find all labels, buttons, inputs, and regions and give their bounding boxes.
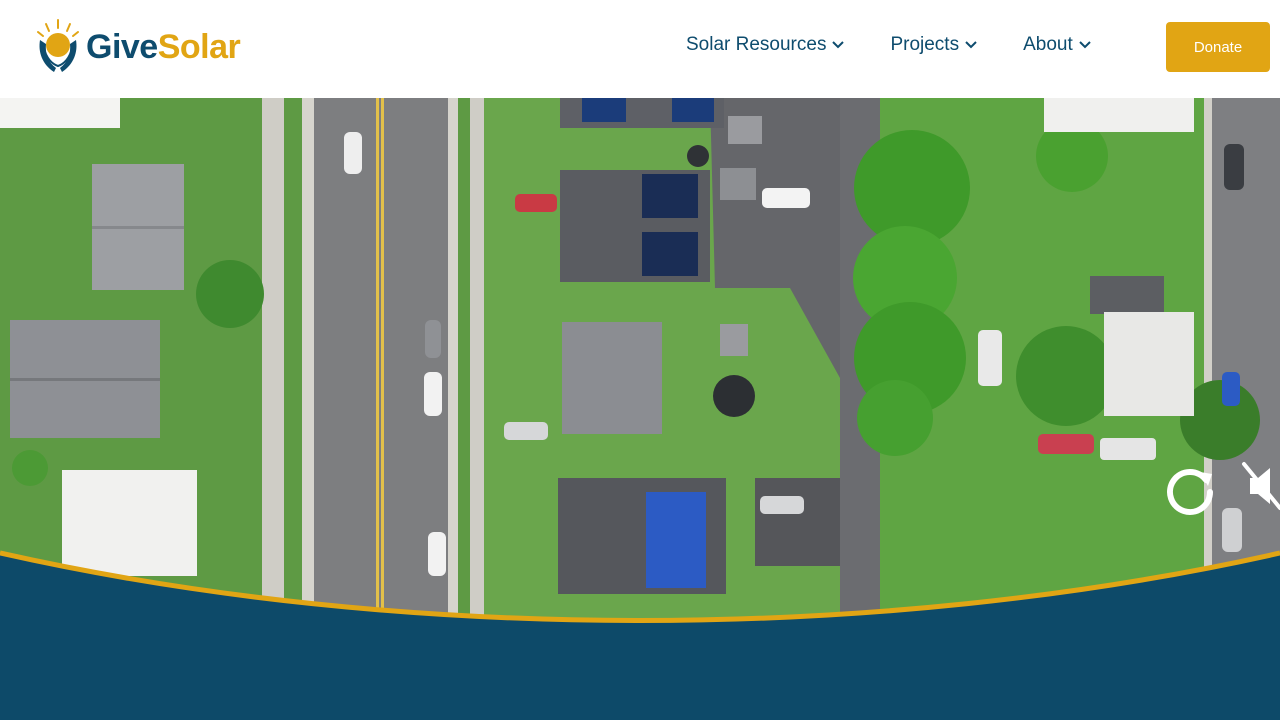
nav-about[interactable]: About: [1023, 34, 1091, 56]
hero-video[interactable]: [0, 98, 1280, 686]
chevron-down-icon: [832, 41, 845, 49]
logo-wordmark: GiveSolar: [86, 27, 241, 67]
nav-about-label: About: [1023, 34, 1073, 55]
main-nav: Solar Resources Projects About: [686, 34, 1137, 56]
muted-speaker-icon[interactable]: [1240, 456, 1280, 516]
nav-projects-label: Projects: [890, 34, 960, 55]
site-header: GiveSolar Solar Resources Projects About…: [0, 0, 1280, 98]
sun-hands-icon: [37, 19, 79, 72]
chevron-down-icon: [965, 41, 977, 49]
nav-projects[interactable]: Projects: [890, 34, 977, 56]
givesolar-logo[interactable]: GiveSolar: [32, 18, 242, 76]
nav-solar-resources-label: Solar Resources: [686, 34, 827, 55]
donate-button[interactable]: Donate: [1166, 22, 1270, 72]
replay-icon[interactable]: [1164, 462, 1220, 518]
aerial-neighborhood-image: [0, 98, 1280, 686]
logo-word-give: Give: [86, 27, 158, 66]
logo-word-solar: Solar: [157, 27, 241, 66]
nav-solar-resources[interactable]: Solar Resources: [686, 34, 845, 56]
bottom-band: [0, 686, 1280, 720]
chevron-down-icon: [1079, 41, 1091, 49]
